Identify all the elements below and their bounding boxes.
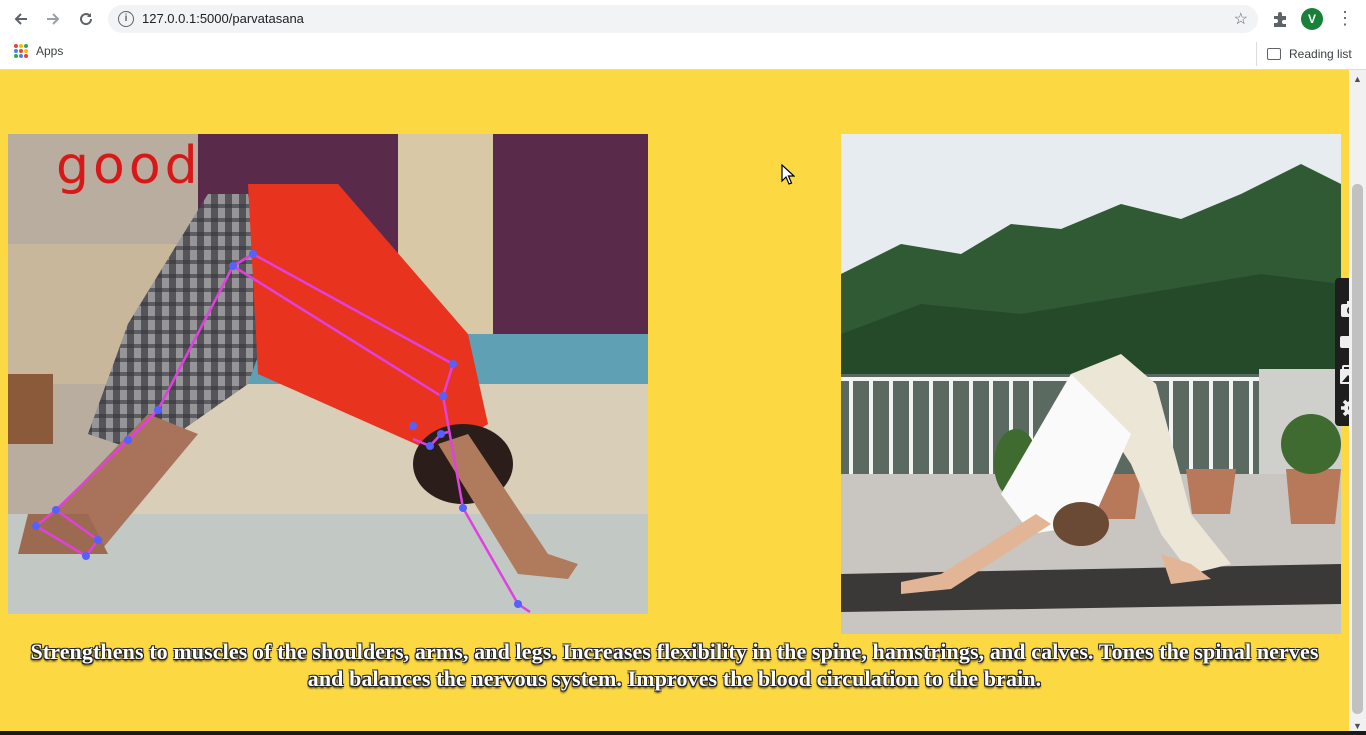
info-icon[interactable]: i <box>118 11 134 27</box>
scroll-down-arrow-icon[interactable]: ▼ <box>1353 721 1362 731</box>
apps-bookmark[interactable]: Apps <box>14 44 63 58</box>
webcam-scene <box>8 134 648 614</box>
reading-list-button[interactable]: Reading list <box>1256 42 1352 66</box>
menu-icon[interactable]: ⋮ <box>1336 8 1354 28</box>
back-icon[interactable] <box>10 8 32 30</box>
pose-benefits-caption: Strengthens to muscles of the shoulders,… <box>30 639 1319 691</box>
forward-icon[interactable] <box>42 8 64 30</box>
taskbar-edge <box>0 731 1366 735</box>
page-scrollbar[interactable]: ▲ ▼ <box>1349 70 1366 735</box>
apps-icon <box>14 44 28 58</box>
reading-list-icon <box>1267 48 1281 60</box>
scrollbar-thumb[interactable] <box>1352 184 1363 714</box>
url-text: 127.0.0.1:5000/parvatasana <box>142 11 304 26</box>
page-body: good Strengthens to muscles of the shoul… <box>0 70 1349 735</box>
scroll-up-arrow-icon[interactable]: ▲ <box>1353 74 1362 84</box>
bookmarks-bar: Apps Reading list <box>0 38 1366 70</box>
avatar[interactable]: V <box>1301 8 1323 30</box>
apps-label: Apps <box>36 44 64 58</box>
bookmark-star-icon[interactable]: ☆ <box>1234 9 1248 29</box>
webcam-feed: good <box>8 134 648 614</box>
pose-feedback-text: good <box>56 136 202 196</box>
reference-pose-image <box>841 134 1341 634</box>
address-bar[interactable]: i 127.0.0.1:5000/parvatasana ☆ <box>108 5 1258 33</box>
extensions-icon[interactable] <box>1271 10 1289 28</box>
cursor-icon <box>781 164 795 185</box>
reading-list-label: Reading list <box>1289 47 1352 61</box>
browser-toolbar: i 127.0.0.1:5000/parvatasana ☆ V ⋮ <box>0 0 1366 38</box>
reload-icon[interactable] <box>75 8 97 30</box>
reference-scene <box>841 134 1341 634</box>
